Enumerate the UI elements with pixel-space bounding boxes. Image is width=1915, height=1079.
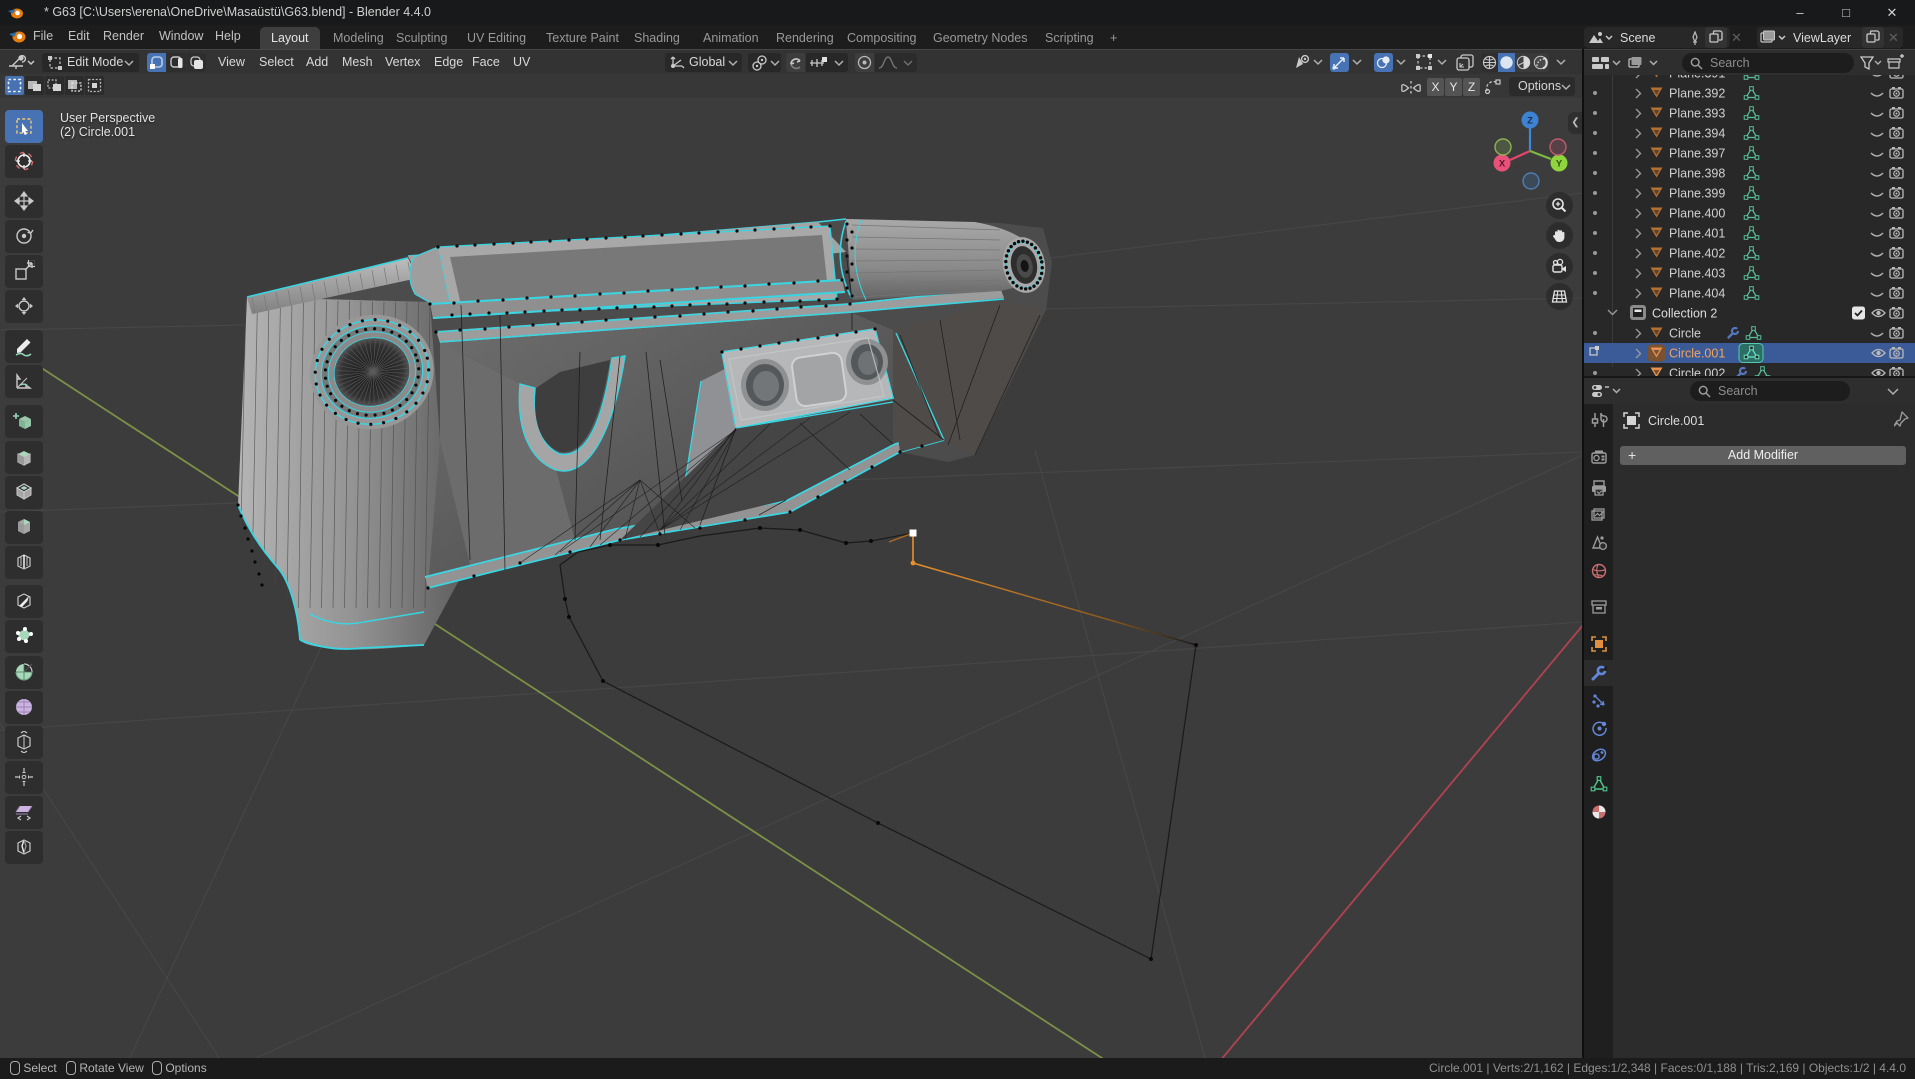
svg-text:X: X [1499,159,1506,170]
svg-text:Plane.393: Plane.393 [1669,107,1725,121]
svg-text:Plane.403: Plane.403 [1669,267,1725,281]
svg-text:Collection 2: Collection 2 [1652,307,1717,321]
svg-text:Y: Y [1556,159,1563,170]
svg-text:Plane.392: Plane.392 [1669,87,1725,101]
svg-text:Plane.404: Plane.404 [1669,287,1725,301]
svg-text:Circle: Circle [1669,327,1701,341]
svg-text:Plane.402: Plane.402 [1669,247,1725,261]
svg-text:Plane.401: Plane.401 [1669,227,1725,241]
svg-text:Circle.001: Circle.001 [1669,347,1725,361]
svg-text:Plane.397: Plane.397 [1669,147,1725,161]
svg-text:Plane.398: Plane.398 [1669,167,1725,181]
svg-text:Plane.394: Plane.394 [1669,127,1725,141]
svg-text:Plane.399: Plane.399 [1669,187,1725,201]
svg-text:Plane.400: Plane.400 [1669,207,1725,221]
svg-text:Z: Z [1527,116,1533,127]
